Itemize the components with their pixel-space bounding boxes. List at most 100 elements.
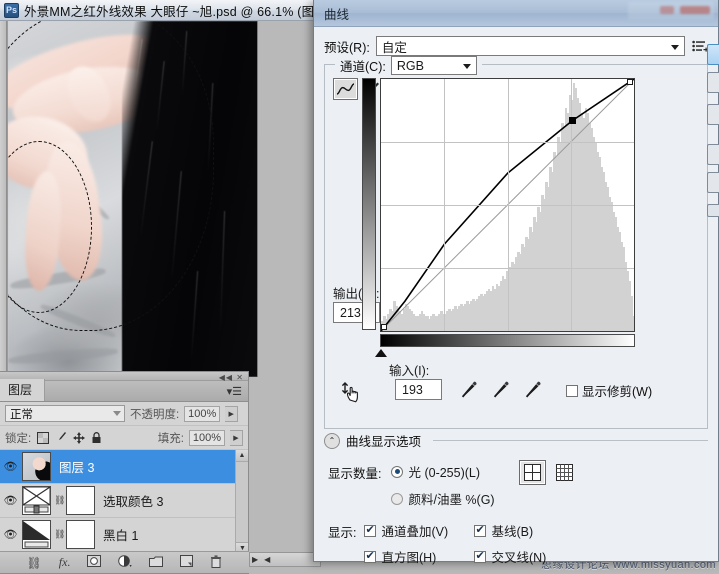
window-controls[interactable] [628, 2, 714, 20]
ok-button[interactable] [707, 44, 719, 65]
options-button[interactable] [707, 172, 719, 193]
curves-dialog-titlebar[interactable]: 曲线 [314, 0, 718, 27]
lock-all-icon[interactable] [90, 431, 103, 444]
fill-stepper[interactable]: ▶ [230, 429, 243, 446]
layer-row-0[interactable]: 👁 图层 3 [0, 450, 248, 484]
layer-row-2[interactable]: 👁 ⛓ 黑白 1 [0, 518, 248, 552]
cancel-button[interactable] [707, 72, 719, 93]
layer-list-scrollbar[interactable]: ▲ ▼ [235, 450, 248, 554]
curve-display-options-body: 显示数量: 光 (0-255)(L) 颜料/油墨 %(G) 显示: ✔ 通道叠加… [324, 450, 708, 566]
show-options-grid[interactable]: 通道叠加(V) 基线(B) 直方图(H) [364, 521, 578, 566]
curve-edit-tool[interactable] [333, 78, 358, 100]
mask-link-icon[interactable]: ⛓ [54, 529, 65, 540]
curves-dialog-body: 预设(R): 自定 通道(C): RGB 输出(O): 213 输入(I): 1… [314, 27, 718, 566]
baseline-checkbox[interactable] [474, 523, 487, 537]
checkbox-intersection-line[interactable]: 交叉线(N) [474, 547, 578, 566]
link-layers-icon[interactable]: ⛓ [27, 556, 42, 570]
dialog-buttons-strip[interactable] [707, 0, 719, 574]
add-mask-icon[interactable] [87, 555, 102, 570]
layer-mask-thumbnail[interactable] [66, 486, 95, 515]
collapse-chevron-icon[interactable]: ⌃ [324, 432, 340, 449]
scroll-up-arrow[interactable]: ▲ [236, 450, 248, 462]
document-image[interactable] [8, 21, 257, 377]
eye-visibility-icon[interactable]: 👁 [2, 494, 19, 507]
input-row: 输入(I): 193 显示修剪(W) [333, 360, 699, 418]
adjust-on-image-hand-cursor[interactable] [341, 380, 367, 406]
curve-control-point-1[interactable] [569, 117, 576, 124]
curve-control-point-2[interactable] [627, 79, 633, 85]
set-black-point-eyedropper[interactable] [460, 380, 478, 403]
channel-select[interactable]: RGB [390, 56, 477, 75]
preset-options-icon[interactable] [691, 37, 708, 55]
mask-link-icon[interactable]: ⛓ [54, 495, 65, 506]
layer-style-fx-icon[interactable]: fx. [59, 555, 71, 570]
image-canvas-area[interactable] [0, 21, 258, 377]
curve-plot[interactable] [380, 78, 635, 332]
channel-overlay-checkbox[interactable] [364, 523, 377, 537]
delete-layer-icon[interactable] [210, 554, 222, 571]
layer-thumbnail[interactable] [22, 520, 51, 549]
set-white-point-eyedropper[interactable] [524, 380, 542, 403]
new-adjustment-layer-icon[interactable] [118, 554, 133, 571]
opacity-input[interactable]: 100% [184, 405, 221, 422]
photoshop-icon: Ps [4, 2, 19, 18]
blend-mode-select[interactable]: 正常 [5, 405, 125, 422]
curve-display-options-title: 曲线显示选项 [346, 435, 422, 449]
histogram-checkbox[interactable] [364, 549, 377, 563]
intersection-line-checkbox[interactable] [474, 549, 487, 563]
layer-mask-thumbnail[interactable] [66, 520, 95, 549]
opacity-stepper[interactable]: ▶ [225, 405, 239, 422]
layers-panel[interactable]: ◀◀ ✕ 图层 ▾☰ 正常 不透明度: 100% ▶ 锁定: 填充: 100% … [0, 371, 249, 574]
layer-list[interactable]: 👁 图层 3 👁 ⛓ 选取颜色 3 👁 ⛓ 黑白 1 ▲ ▼ [0, 450, 248, 554]
radio-pigment-button[interactable] [391, 492, 404, 505]
panel-tab-row[interactable]: 图层 ▾☰ [0, 379, 248, 402]
tab-layers[interactable]: 图层 [0, 379, 46, 401]
curve-graph-area[interactable]: 输出(O): 213 [333, 78, 699, 357]
layer-row-1[interactable]: 👁 ⛓ 选取颜色 3 [0, 484, 248, 518]
checkbox-baseline[interactable]: 基线(B) [474, 521, 578, 540]
layer-thumbnail[interactable] [22, 452, 51, 481]
show-clipping-row[interactable]: 显示修剪(W) [566, 381, 652, 400]
white-point-slider[interactable] [628, 349, 640, 357]
baseline-label: 基线(B) [491, 525, 534, 539]
preview-checkbox[interactable] [707, 204, 719, 217]
radio-pigment-ink[interactable]: 颜料/油墨 %(G) [391, 489, 495, 508]
smooth-button[interactable] [707, 104, 719, 125]
checkbox-histogram[interactable]: 直方图(H) [364, 547, 468, 566]
blend-mode-row: 正常 不透明度: 100% ▶ [0, 402, 248, 426]
grid-size-buttons[interactable] [518, 460, 578, 485]
new-group-icon[interactable] [149, 556, 164, 570]
curve-display-options-header[interactable]: ⌃ 曲线显示选项 [324, 431, 708, 450]
radio-light-0-255[interactable]: 光 (0-255)(L) [391, 462, 494, 481]
brush-lock-icon[interactable] [54, 431, 67, 444]
fill-input[interactable]: 100% [189, 429, 225, 446]
simple-grid-button[interactable] [518, 460, 546, 485]
set-gray-point-eyedropper[interactable] [492, 380, 510, 403]
preset-select[interactable]: 自定 [375, 36, 685, 56]
curve-control-point-0[interactable] [381, 324, 387, 330]
panel-menu-icon[interactable]: ▾☰ [227, 385, 242, 398]
transparency-lock-icon[interactable] [36, 431, 49, 444]
radio-light-button[interactable] [391, 465, 404, 478]
black-point-slider[interactable] [375, 349, 387, 357]
move-lock-icon[interactable] [72, 431, 85, 444]
scroll-left-arrow[interactable]: ◀ [264, 555, 270, 564]
show-amount-options[interactable]: 光 (0-255)(L) 颜料/油墨 %(G) [391, 462, 495, 508]
chevron-down-icon [113, 411, 121, 416]
layer-thumbnail[interactable] [22, 486, 51, 515]
layers-panel-footer[interactable]: ⛓ fx. [0, 551, 249, 573]
checkbox-channel-overlay[interactable]: 通道叠加(V) [364, 521, 468, 540]
detailed-grid-button[interactable] [551, 460, 578, 485]
input-input[interactable]: 193 [395, 379, 442, 400]
eye-visibility-icon[interactable]: 👁 [2, 460, 19, 473]
eye-visibility-icon[interactable]: 👁 [2, 528, 19, 541]
auto-button[interactable] [707, 144, 719, 165]
eyedropper-group[interactable] [460, 380, 542, 403]
minimize-button[interactable] [660, 6, 674, 14]
scroll-right-arrow[interactable]: ▶ [252, 555, 258, 564]
show-clipping-checkbox[interactable] [566, 384, 578, 397]
close-button[interactable] [680, 6, 710, 14]
curves-dialog[interactable]: 曲线 预设(R): 自定 通道(C): RGB 输出(O): 213 输入(I)… [313, 0, 719, 565]
horizontal-scroll-controls[interactable]: ▶ ◀ [249, 552, 321, 567]
new-layer-icon[interactable] [180, 555, 194, 570]
